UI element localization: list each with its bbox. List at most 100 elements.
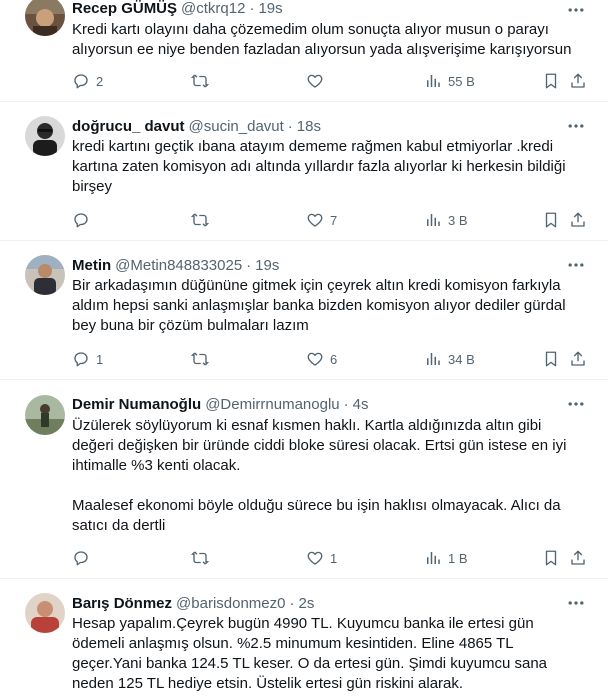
bookmark-icon <box>545 73 557 89</box>
tweet-text-line: ödemeli anlaşmış olsun. %2.5 minumum kes… <box>72 635 514 652</box>
author-name[interactable]: Recep GÜMÜŞ <box>72 0 177 17</box>
author-name[interactable]: Demir Numanoğlu <box>72 396 201 413</box>
tweet[interactable]: Demir Numanoğlu @Demirrnumanoglu · 4s Üz… <box>0 380 608 579</box>
views-icon <box>427 75 440 87</box>
like-button[interactable]: 7 <box>306 210 337 230</box>
views-button[interactable]: 55 B <box>424 71 475 91</box>
avatar[interactable] <box>25 0 65 36</box>
tweet[interactable]: Metin @Metin848833025 · 19s Bir arkadaşı… <box>0 241 608 380</box>
tweet-text: Hesap yapalım.Çeyrek bugün 4990 TL. Kuyu… <box>72 614 594 694</box>
author-name[interactable]: Metin <box>72 257 111 274</box>
more-icon[interactable] <box>566 394 586 414</box>
tweet-text-line: değeri değişken bir üründe ciddi bloke s… <box>72 437 567 454</box>
heart-icon <box>307 551 323 565</box>
more-icon[interactable] <box>566 0 586 20</box>
like-count: 7 <box>330 212 338 228</box>
heart-icon <box>307 213 323 227</box>
author-name[interactable]: Barış Dönmez <box>72 595 172 612</box>
tweet-text-line: neden 125 TL hediye etsin. Üstelik ertes… <box>72 675 464 692</box>
tweet-text: Bir arkadaşımın düğününe gitmek için çey… <box>72 276 594 336</box>
avatar[interactable] <box>25 116 65 156</box>
retweet-button[interactable] <box>190 210 216 230</box>
tweet-text-line: Üzülerek söylüyorum ki esnaf kısmen hakl… <box>72 417 542 434</box>
tweet-text-line <box>72 476 594 496</box>
tweet-text: Kredi kartı olayını daha çözemedim olum … <box>72 20 594 60</box>
share-button[interactable] <box>569 548 587 568</box>
tweet-text-line: kredi kartını geçtik ıbana atayım dememe… <box>72 138 554 155</box>
like-button[interactable]: 1 <box>306 548 337 568</box>
bookmark-icon <box>545 351 557 367</box>
reply-button[interactable] <box>72 210 96 230</box>
tweet[interactable]: doğrucu_ davut @sucin_davut · 18s kredi … <box>0 102 608 241</box>
bookmark-button[interactable] <box>542 349 560 369</box>
like-button[interactable] <box>306 71 330 91</box>
view-count: 3 B <box>448 212 468 228</box>
tweet-text-line: Maalesef ekonomi böyle olduğu sürece bu … <box>72 497 561 514</box>
tweet-text-line: geçer.Yani banka 124.5 TL keser. O da er… <box>72 655 547 672</box>
timestamp[interactable]: 2s <box>298 595 314 612</box>
tweet-text-line: Bir arkadaşımın düğününe gitmek için çey… <box>72 277 561 294</box>
timestamp[interactable]: 19s <box>255 257 279 274</box>
retweet-button[interactable] <box>190 349 216 369</box>
share-icon <box>571 351 585 366</box>
tweet-actions: 1 1 B <box>72 548 585 568</box>
share-button[interactable] <box>569 71 587 91</box>
tweet[interactable]: Barış Dönmez @barisdonmez0 · 2s Hesap ya… <box>0 579 608 700</box>
bookmark-button[interactable] <box>542 548 560 568</box>
reply-icon <box>74 551 88 566</box>
timestamp[interactable]: 4s <box>353 396 369 413</box>
tweet-actions: 2 55 B <box>72 71 585 91</box>
views-button[interactable]: 34 B <box>424 349 475 369</box>
avatar[interactable] <box>25 395 65 435</box>
retweet-button[interactable] <box>190 548 216 568</box>
bookmark-icon <box>545 212 557 228</box>
retweet-button[interactable] <box>190 71 216 91</box>
more-icon[interactable] <box>566 593 586 613</box>
like-count: 6 <box>330 351 338 367</box>
separator-dot: · <box>249 0 255 17</box>
views-icon <box>427 214 440 226</box>
tweet-header: Demir Numanoğlu @Demirrnumanoglu · 4s <box>72 394 578 414</box>
views-button[interactable]: 3 B <box>424 210 468 230</box>
retweet-icon <box>190 551 210 565</box>
retweet-icon <box>190 352 210 366</box>
bookmark-button[interactable] <box>542 210 560 230</box>
like-button[interactable]: 6 <box>306 349 337 369</box>
share-button[interactable] <box>569 349 587 369</box>
tweet-text-line: bey buna bir çözüm bulmaları lazım <box>72 317 309 334</box>
reply-button[interactable]: 2 <box>72 71 103 91</box>
separator-dot: · <box>343 395 349 413</box>
author-handle[interactable]: @barisdonmez0 <box>176 595 285 612</box>
timestamp[interactable]: 19s <box>258 0 282 17</box>
more-icon[interactable] <box>566 116 586 136</box>
avatar[interactable] <box>25 593 65 633</box>
author-handle[interactable]: @Metin848833025 <box>115 257 242 274</box>
tweet-text-line: ihtimalle %3 kenti olacak. <box>72 457 241 474</box>
reply-count: 2 <box>96 73 104 89</box>
timestamp[interactable]: 18s <box>297 118 321 135</box>
reply-button[interactable] <box>72 548 96 568</box>
tweet-text-line: birşey <box>72 178 113 195</box>
retweet-icon <box>190 74 210 88</box>
retweet-icon <box>190 213 210 227</box>
author-handle[interactable]: @sucin_davut <box>189 118 284 135</box>
tweet-feed: Recep GÜMÜŞ @ctkrq12 · 19s Kredi kartı o… <box>0 0 608 700</box>
tweet-header: Metin @Metin848833025 · 19s <box>72 255 578 275</box>
author-handle[interactable]: @ctkrq12 <box>181 0 245 17</box>
views-icon <box>427 552 440 564</box>
more-icon[interactable] <box>566 255 586 275</box>
separator-dot: · <box>289 594 295 612</box>
share-button[interactable] <box>569 210 587 230</box>
view-count: 34 B <box>448 351 475 367</box>
avatar[interactable] <box>25 255 65 295</box>
reply-button[interactable]: 1 <box>72 349 103 369</box>
tweet-actions: 1 6 34 B <box>72 349 585 369</box>
tweet-text: Üzülerek söylüyorum ki esnaf kısmen hakl… <box>72 416 594 536</box>
separator-dot: · <box>287 117 293 135</box>
tweet[interactable]: Recep GÜMÜŞ @ctkrq12 · 19s Kredi kartı o… <box>0 0 608 102</box>
views-button[interactable]: 1 B <box>424 548 468 568</box>
bookmark-icon <box>545 550 557 566</box>
author-handle[interactable]: @Demirrnumanoglu <box>205 396 339 413</box>
bookmark-button[interactable] <box>542 71 560 91</box>
author-name[interactable]: doğrucu_ davut <box>72 118 185 135</box>
